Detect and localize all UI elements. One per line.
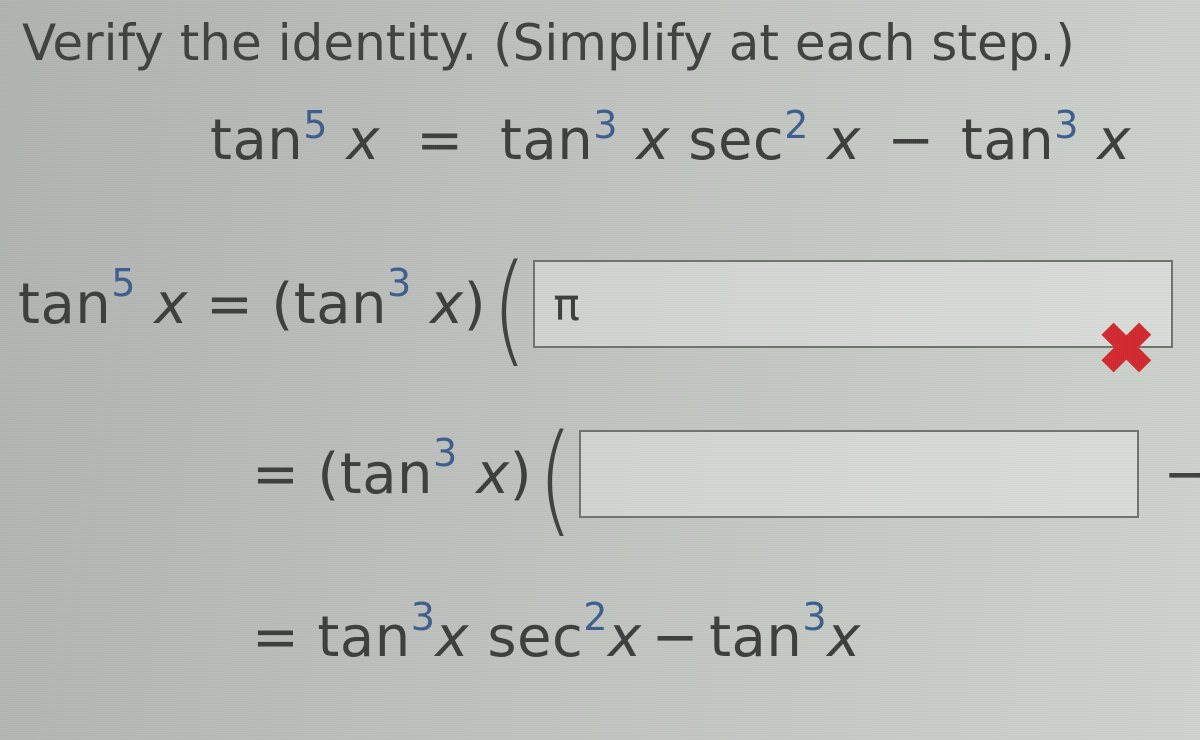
step-2: = (tan3 x)(− 1): [252, 430, 1200, 518]
s1-lhs-fn: tan: [18, 272, 111, 337]
step-3: = tan3 x sec2 x − tan3 x: [252, 605, 861, 670]
rhs-var2: x: [827, 108, 861, 173]
equals: =: [416, 108, 463, 173]
rhs-t3-exp: 3: [1054, 103, 1079, 147]
s2-trailing: − 1: [1139, 442, 1200, 507]
s1-fac-var: x: [430, 272, 464, 337]
step2-answer-input[interactable]: [579, 430, 1139, 518]
prompt-text: Verify the identity. (Simplify at each s…: [22, 14, 1075, 72]
step-1: tan5 x = (tan3 x)(π): [18, 260, 1200, 348]
rhs-var3: x: [1097, 108, 1131, 173]
rhs-t2-fn: sec: [688, 108, 784, 173]
s3-t1-exp: 3: [411, 595, 436, 639]
rhs-t1-exp: 3: [593, 103, 618, 147]
incorrect-icon: ✖: [1097, 308, 1156, 390]
s3-t2-exp: 2: [583, 595, 608, 639]
rhs-var1: x: [636, 108, 670, 173]
s3-t2-fn: sec: [487, 605, 583, 670]
lhs-var: x: [346, 108, 380, 173]
s3-var1: x: [435, 605, 469, 670]
s2-fac-var: x: [476, 442, 510, 507]
lhs-fn: tan: [210, 108, 303, 173]
s3-minus: −: [642, 605, 709, 670]
rhs-t2-exp: 2: [784, 103, 809, 147]
rhs-t3-fn: tan: [961, 108, 1054, 173]
s3-var2: x: [608, 605, 642, 670]
minus: −: [879, 108, 942, 173]
s3-t3-exp: 3: [802, 595, 827, 639]
s3-eq: =: [252, 605, 299, 670]
rhs-t1-fn: tan: [500, 108, 593, 173]
identity-equation: tan5 x = tan3 x sec2 x − tan3 x: [210, 108, 1131, 173]
s1-lhs-exp: 5: [111, 261, 136, 305]
lhs-exp: 5: [303, 103, 328, 147]
s2-fac-exp: 3: [433, 431, 458, 475]
s3-t3-fn: tan: [709, 605, 802, 670]
question-prompt: Verify the identity. (Simplify at each s…: [22, 14, 1075, 72]
s2-eq: =: [252, 442, 299, 507]
step1-answer-input[interactable]: π: [533, 260, 1173, 348]
s1-fac-exp: 3: [387, 261, 412, 305]
s1-eq: =: [206, 272, 253, 337]
s3-var3: x: [827, 605, 861, 670]
s2-fac-fn: tan: [340, 442, 433, 507]
s3-t1-fn: tan: [317, 605, 410, 670]
s1-fac-fn: tan: [294, 272, 387, 337]
s1-lhs-var: x: [154, 272, 188, 337]
